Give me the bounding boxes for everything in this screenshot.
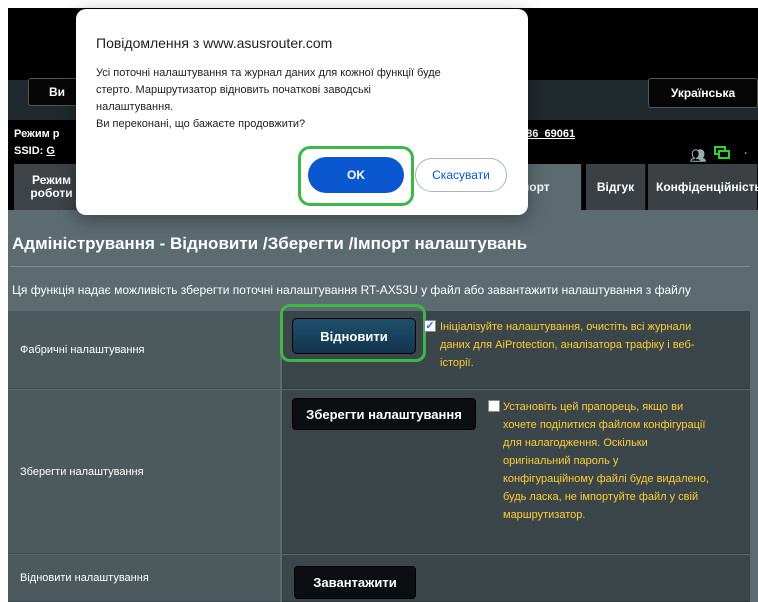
network-icon[interactable] xyxy=(714,146,730,160)
initialize-checkbox[interactable]: ✓ xyxy=(424,320,436,332)
more-icon[interactable]: · xyxy=(744,146,748,160)
tab-operation-mode[interactable]: Режим роботи xyxy=(14,164,80,210)
ok-button[interactable]: OK xyxy=(308,157,404,193)
tab-privacy[interactable]: Конфіденційність xyxy=(648,164,758,210)
note-line: конфігураційному файлі буде видалено, xyxy=(503,473,709,485)
cancel-button[interactable]: Скасувати xyxy=(415,158,507,192)
note-line: оригінальний пароль у xyxy=(503,455,619,467)
ssid-line: SSID: G xyxy=(14,145,55,157)
users-icon[interactable]: 👥︎ xyxy=(690,148,707,164)
save-setting-button[interactable]: Зберегти налаштування xyxy=(292,398,476,430)
ssid-tail[interactable]: 386_69061 xyxy=(520,128,575,140)
dialog-message: Усі поточні налаштування та журнал даних… xyxy=(96,65,516,133)
note-line: хочете поділитися файлом конфігурації xyxy=(503,419,706,431)
upload-button[interactable]: Завантажити xyxy=(294,566,416,599)
factory-default-label: Фабричні налаштування xyxy=(8,311,280,389)
page-title: Адміністрування - Відновити /Зберегти /І… xyxy=(12,234,528,253)
note-line: для налагодження. Оскільки xyxy=(503,437,648,449)
share-config-checkbox[interactable] xyxy=(488,400,500,412)
ssid-value[interactable]: G xyxy=(46,145,55,157)
initialize-note: Ініціалізуйте налаштування, очистіть всі… xyxy=(440,318,740,372)
tab-feedback[interactable]: Відгук xyxy=(586,164,646,210)
dialog-message-line: налаштування. xyxy=(96,101,174,113)
title-divider xyxy=(10,266,750,267)
note-line: будь ласка, не імпортуйте файл у свій xyxy=(503,491,699,503)
note-line: Установіть цей прапорець, якщо ви xyxy=(503,401,684,413)
dialog-message-line: Ви переконані, що бажаєте продовжити? xyxy=(96,118,306,130)
dialog-message-line: стерто. Маршрутизатор відновить початков… xyxy=(96,84,371,96)
ssid-label: SSID: xyxy=(14,145,44,157)
restore-setting-label: Відновити налаштування xyxy=(8,555,280,602)
note-line: даних для AiProtection, аналізатора траф… xyxy=(440,339,695,351)
language-select[interactable]: Українська xyxy=(648,78,758,108)
confirm-dialog: Повідомлення з www.asusrouter.com Усі по… xyxy=(76,9,528,215)
note-line: маршрутизатор. xyxy=(503,509,586,521)
dialog-title: Повідомлення з www.asusrouter.com xyxy=(96,35,333,51)
restore-highlight-box xyxy=(280,304,426,362)
note-line: історії. xyxy=(440,357,474,369)
share-config-note: Установіть цей прапорець, якщо ви хочете… xyxy=(503,398,743,524)
dialog-message-line: Усі поточні налаштування та журнал даних… xyxy=(96,67,441,79)
operation-mode-text: Режим р xyxy=(14,128,60,140)
note-line: Ініціалізуйте налаштування, очистіть всі… xyxy=(440,321,692,333)
save-setting-label: Зберегти налаштування xyxy=(8,390,280,554)
page-description: Ця функція надає можливість зберегти пот… xyxy=(12,283,691,297)
